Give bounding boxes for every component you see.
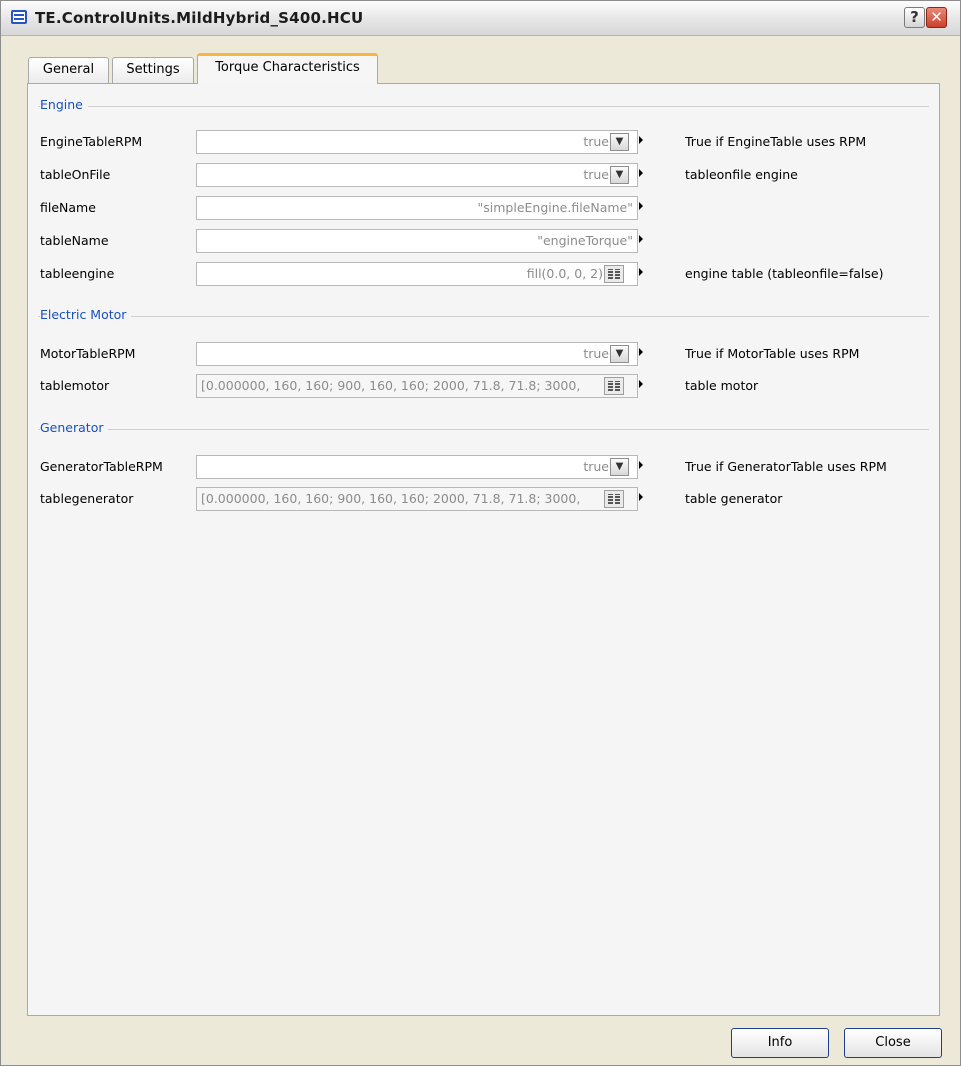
param-name: tablemotor (40, 378, 110, 393)
param-row-filename: fileName "simpleEngine.fileName" (28, 196, 939, 220)
menu-arrow-icon[interactable] (639, 169, 643, 177)
enginetablerpm-combobox[interactable]: true (196, 130, 638, 154)
close-window-button[interactable]: ✕ (926, 7, 947, 28)
param-name: GeneratorTableRPM (40, 459, 163, 474)
param-name: tableOnFile (40, 167, 111, 182)
motortablerpm-combobox[interactable]: true (196, 342, 638, 366)
model-icon (11, 10, 27, 24)
menu-arrow-icon[interactable] (639, 268, 643, 276)
menu-arrow-icon[interactable] (639, 348, 643, 356)
window-title: TE.ControlUnits.MildHybrid_S400.HCU (35, 9, 364, 27)
param-description: True if MotorTable uses RPM (685, 346, 860, 361)
param-description: True if GeneratorTable uses RPM (685, 459, 887, 474)
group-label: Engine (40, 97, 88, 112)
tablename-input[interactable]: "engineTorque" (196, 229, 638, 253)
matrix-editor-icon[interactable] (604, 490, 624, 508)
title-bar[interactable]: TE.ControlUnits.MildHybrid_S400.HCU ? ✕ (1, 1, 960, 36)
tab-torque-characteristics[interactable]: Torque Characteristics (197, 53, 378, 84)
group-divider (38, 429, 929, 430)
param-row-generatortablerpm: GeneratorTableRPM true ▼ True if Generat… (28, 455, 939, 479)
matrix-editor-icon[interactable] (604, 265, 624, 283)
param-row-tablegenerator: tablegenerator [0.000000, 160, 160; 900,… (28, 487, 939, 511)
chevron-down-icon[interactable]: ▼ (610, 345, 629, 363)
matrix-editor-icon[interactable] (604, 377, 624, 395)
tab-general[interactable]: General (28, 57, 109, 83)
help-button[interactable]: ? (904, 7, 925, 28)
param-name: tablegenerator (40, 491, 134, 506)
menu-arrow-icon[interactable] (639, 136, 643, 144)
group-label: Electric Motor (40, 307, 132, 322)
group-engine: Engine (38, 97, 929, 112)
generatortablerpm-combobox[interactable]: true (196, 455, 638, 479)
param-description: table motor (685, 378, 759, 393)
param-row-tablename: tableName "engineTorque" (28, 229, 939, 253)
param-row-tableonfile: tableOnFile true ▼ tableonfile engine (28, 163, 939, 187)
tableonfile-combobox[interactable]: true (196, 163, 638, 187)
tableengine-input[interactable]: fill(0.0, 0, 2) (196, 262, 638, 286)
chevron-down-icon[interactable]: ▼ (610, 133, 629, 151)
menu-arrow-icon[interactable] (639, 493, 643, 501)
param-name: MotorTableRPM (40, 346, 136, 361)
group-label: Generator (40, 420, 109, 435)
group-divider (38, 106, 929, 107)
chevron-down-icon[interactable]: ▼ (610, 166, 629, 184)
info-button[interactable]: Info (731, 1028, 829, 1058)
param-description: table generator (685, 491, 783, 506)
param-description: True if EngineTable uses RPM (685, 134, 867, 149)
param-row-motortablerpm: MotorTableRPM true ▼ True if MotorTable … (28, 342, 939, 366)
tablegenerator-input[interactable]: [0.000000, 160, 160; 900, 160, 160; 2000… (196, 487, 638, 511)
chevron-down-icon[interactable]: ▼ (610, 458, 629, 476)
close-button[interactable]: Close (844, 1028, 942, 1058)
menu-arrow-icon[interactable] (639, 461, 643, 469)
filename-input[interactable]: "simpleEngine.fileName" (196, 196, 638, 220)
param-name: tableName (40, 233, 109, 248)
param-name: tableengine (40, 266, 115, 281)
tab-settings[interactable]: Settings (112, 57, 194, 83)
param-row-tablemotor: tablemotor [0.000000, 160, 160; 900, 160… (28, 374, 939, 398)
menu-arrow-icon[interactable] (639, 235, 643, 243)
param-name: EngineTableRPM (40, 134, 143, 149)
param-row-enginetablerpm: EngineTableRPM true ▼ True if EngineTabl… (28, 130, 939, 154)
param-description: tableonfile engine (685, 167, 798, 182)
menu-arrow-icon[interactable] (639, 380, 643, 388)
group-electric-motor: Electric Motor (38, 307, 929, 322)
tab-panel: Engine EngineTableRPM true ▼ True if Eng… (27, 83, 940, 1016)
param-description: engine table (tableonfile=false) (685, 266, 884, 281)
group-divider (38, 316, 929, 317)
tablemotor-input[interactable]: [0.000000, 160, 160; 900, 160, 160; 2000… (196, 374, 638, 398)
menu-arrow-icon[interactable] (639, 202, 643, 210)
param-name: fileName (40, 200, 96, 215)
group-generator: Generator (38, 420, 929, 435)
param-row-tableengine: tableengine fill(0.0, 0, 2) engine table… (28, 262, 939, 286)
parameter-dialog: TE.ControlUnits.MildHybrid_S400.HCU ? ✕ … (0, 0, 961, 1066)
